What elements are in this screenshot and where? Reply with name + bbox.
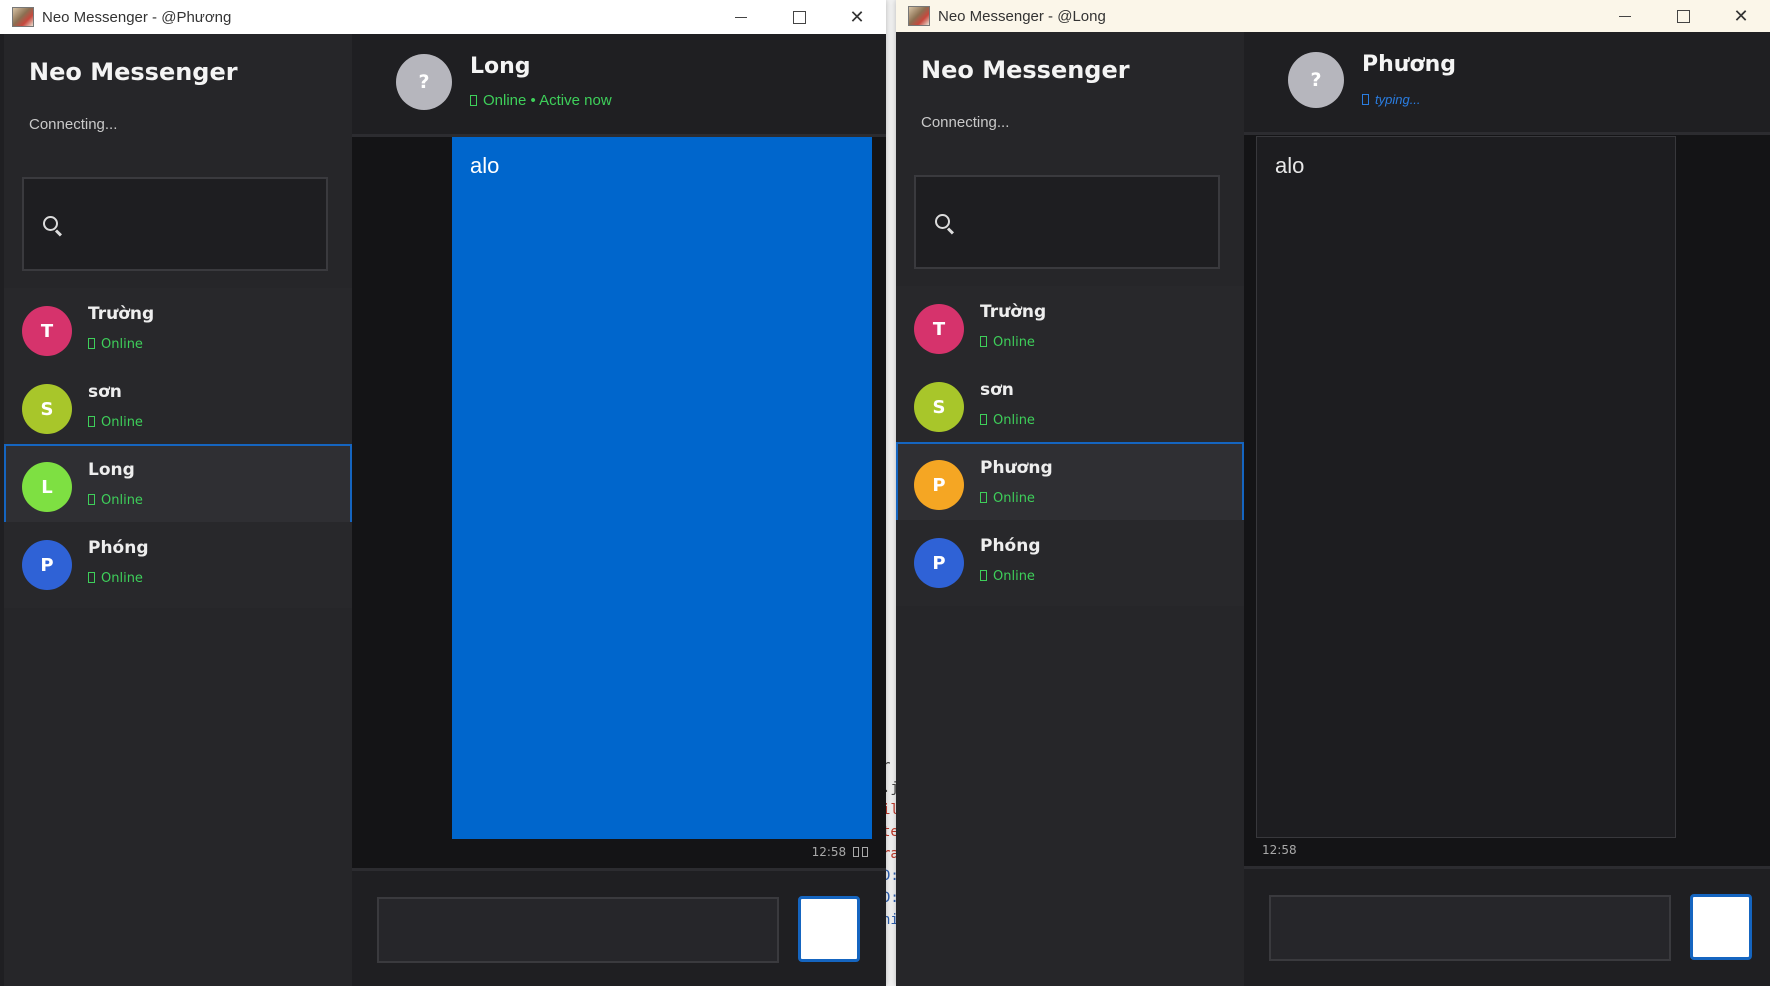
maximize-button[interactable] — [770, 0, 828, 34]
app-brand: Neo Messenger — [921, 56, 1130, 84]
contact-status: Online — [980, 491, 1035, 506]
contact-status: Online — [980, 569, 1035, 584]
typing-icon — [1362, 94, 1369, 105]
online-icon — [980, 414, 987, 425]
contact-status: Online — [88, 571, 143, 586]
contact-status: Online — [88, 493, 143, 508]
search-input[interactable] — [22, 177, 328, 271]
sidebar: Neo Messenger Connecting... T Trường Onl… — [896, 32, 1244, 986]
maximize-icon — [792, 10, 806, 24]
avatar: P — [914, 538, 964, 588]
contact-name: Long — [88, 460, 135, 480]
title-bar[interactable]: Neo Messenger - @Phương ✕ — [0, 0, 886, 34]
contact-status: Online — [88, 415, 143, 430]
online-icon — [88, 572, 95, 583]
window-title: Neo Messenger - @Long — [938, 7, 1106, 25]
chat-partner-name: Long — [470, 54, 531, 79]
minimize-icon — [735, 16, 747, 18]
chat-partner-name: Phương — [1362, 52, 1456, 77]
close-button[interactable]: ✕ — [828, 0, 886, 34]
send-button[interactable] — [798, 896, 860, 962]
avatar: S — [22, 384, 72, 434]
maximize-icon — [1676, 9, 1690, 23]
contact-status: Online — [980, 335, 1035, 350]
message-input[interactable] — [1269, 895, 1671, 961]
avatar: T — [914, 304, 964, 354]
contact-name: Phóng — [88, 538, 149, 558]
message-text: alo — [1275, 153, 1305, 178]
message-meta: 12:58 — [812, 845, 868, 859]
online-icon — [88, 416, 95, 427]
online-icon — [88, 494, 95, 505]
close-button[interactable]: ✕ — [1712, 0, 1770, 32]
contact-item-son[interactable]: S sơn Online — [896, 364, 1244, 450]
contact-item-truong[interactable]: T Trường Online — [896, 286, 1244, 372]
online-icon — [470, 95, 477, 106]
send-button[interactable] — [1690, 894, 1752, 960]
contact-name: Trường — [88, 304, 155, 324]
read-receipt-icon — [853, 847, 859, 857]
contact-item-truong[interactable]: T Trường Online — [4, 288, 352, 374]
close-icon: ✕ — [1733, 5, 1749, 26]
java-app-icon — [12, 7, 34, 27]
title-bar[interactable]: Neo Messenger - @Long ✕ — [896, 0, 1770, 32]
minimize-icon — [1619, 15, 1631, 17]
close-icon: ✕ — [849, 6, 865, 27]
avatar: P — [22, 540, 72, 590]
online-icon — [980, 336, 987, 347]
contact-name: sơn — [88, 382, 122, 402]
composer — [352, 868, 886, 986]
message-bubble-sent: alo — [452, 137, 872, 839]
message-bubble-received: alo — [1256, 136, 1676, 838]
contact-item-long[interactable]: L Long Online — [4, 444, 352, 530]
contact-item-phuong[interactable]: P Phương Online — [896, 442, 1244, 528]
typing-indicator: typing... — [1362, 92, 1421, 107]
contact-name: Phương — [980, 458, 1053, 478]
app-brand: Neo Messenger — [29, 58, 238, 86]
message-text: alo — [470, 153, 500, 178]
chat-header: ? Long Online • Active now — [352, 34, 886, 137]
connection-status: Connecting... — [921, 114, 1010, 131]
read-receipt-icon — [862, 847, 868, 857]
contact-name: Trường — [980, 302, 1047, 322]
chat-partner-status: Online • Active now — [470, 92, 612, 109]
message-time: 12:58 — [811, 845, 847, 859]
search-icon — [43, 216, 58, 231]
message-area[interactable]: alo 12:58 — [352, 137, 886, 868]
online-icon — [980, 492, 987, 503]
avatar: S — [914, 382, 964, 432]
chat-avatar: ? — [1288, 52, 1344, 108]
online-icon — [88, 338, 95, 349]
chat-header: ? Phương typing... — [1244, 32, 1770, 135]
window-title: Neo Messenger - @Phương — [42, 8, 232, 26]
minimize-button[interactable] — [712, 0, 770, 34]
messenger-window-phuong: Neo Messenger - @Phương ✕ Neo Messenger … — [0, 0, 886, 986]
avatar: T — [22, 306, 72, 356]
contact-status: Online — [980, 413, 1035, 428]
contact-name: sơn — [980, 380, 1014, 400]
message-time: 12:58 — [1262, 843, 1297, 857]
avatar: L — [22, 462, 72, 512]
connection-status: Connecting... — [29, 116, 118, 133]
message-input[interactable] — [377, 897, 779, 963]
contact-item-phong[interactable]: P Phóng Online — [896, 520, 1244, 606]
message-area[interactable]: alo 12:58 — [1244, 135, 1770, 866]
chat-avatar: ? — [396, 54, 452, 110]
contact-item-son[interactable]: S sơn Online — [4, 366, 352, 452]
messenger-window-long: Neo Messenger - @Long ✕ Neo Messenger Co… — [896, 0, 1770, 986]
contact-name: Phóng — [980, 536, 1041, 556]
online-icon — [980, 570, 987, 581]
minimize-button[interactable] — [1596, 0, 1654, 32]
search-icon — [935, 214, 950, 229]
java-app-icon — [908, 6, 930, 26]
maximize-button[interactable] — [1654, 0, 1712, 32]
search-input[interactable] — [914, 175, 1220, 269]
contact-item-phong[interactable]: P Phóng Online — [4, 522, 352, 608]
contact-status: Online — [88, 337, 143, 352]
avatar: P — [914, 460, 964, 510]
sidebar: Neo Messenger Connecting... T Trường Onl… — [4, 34, 352, 986]
composer — [1244, 866, 1770, 986]
